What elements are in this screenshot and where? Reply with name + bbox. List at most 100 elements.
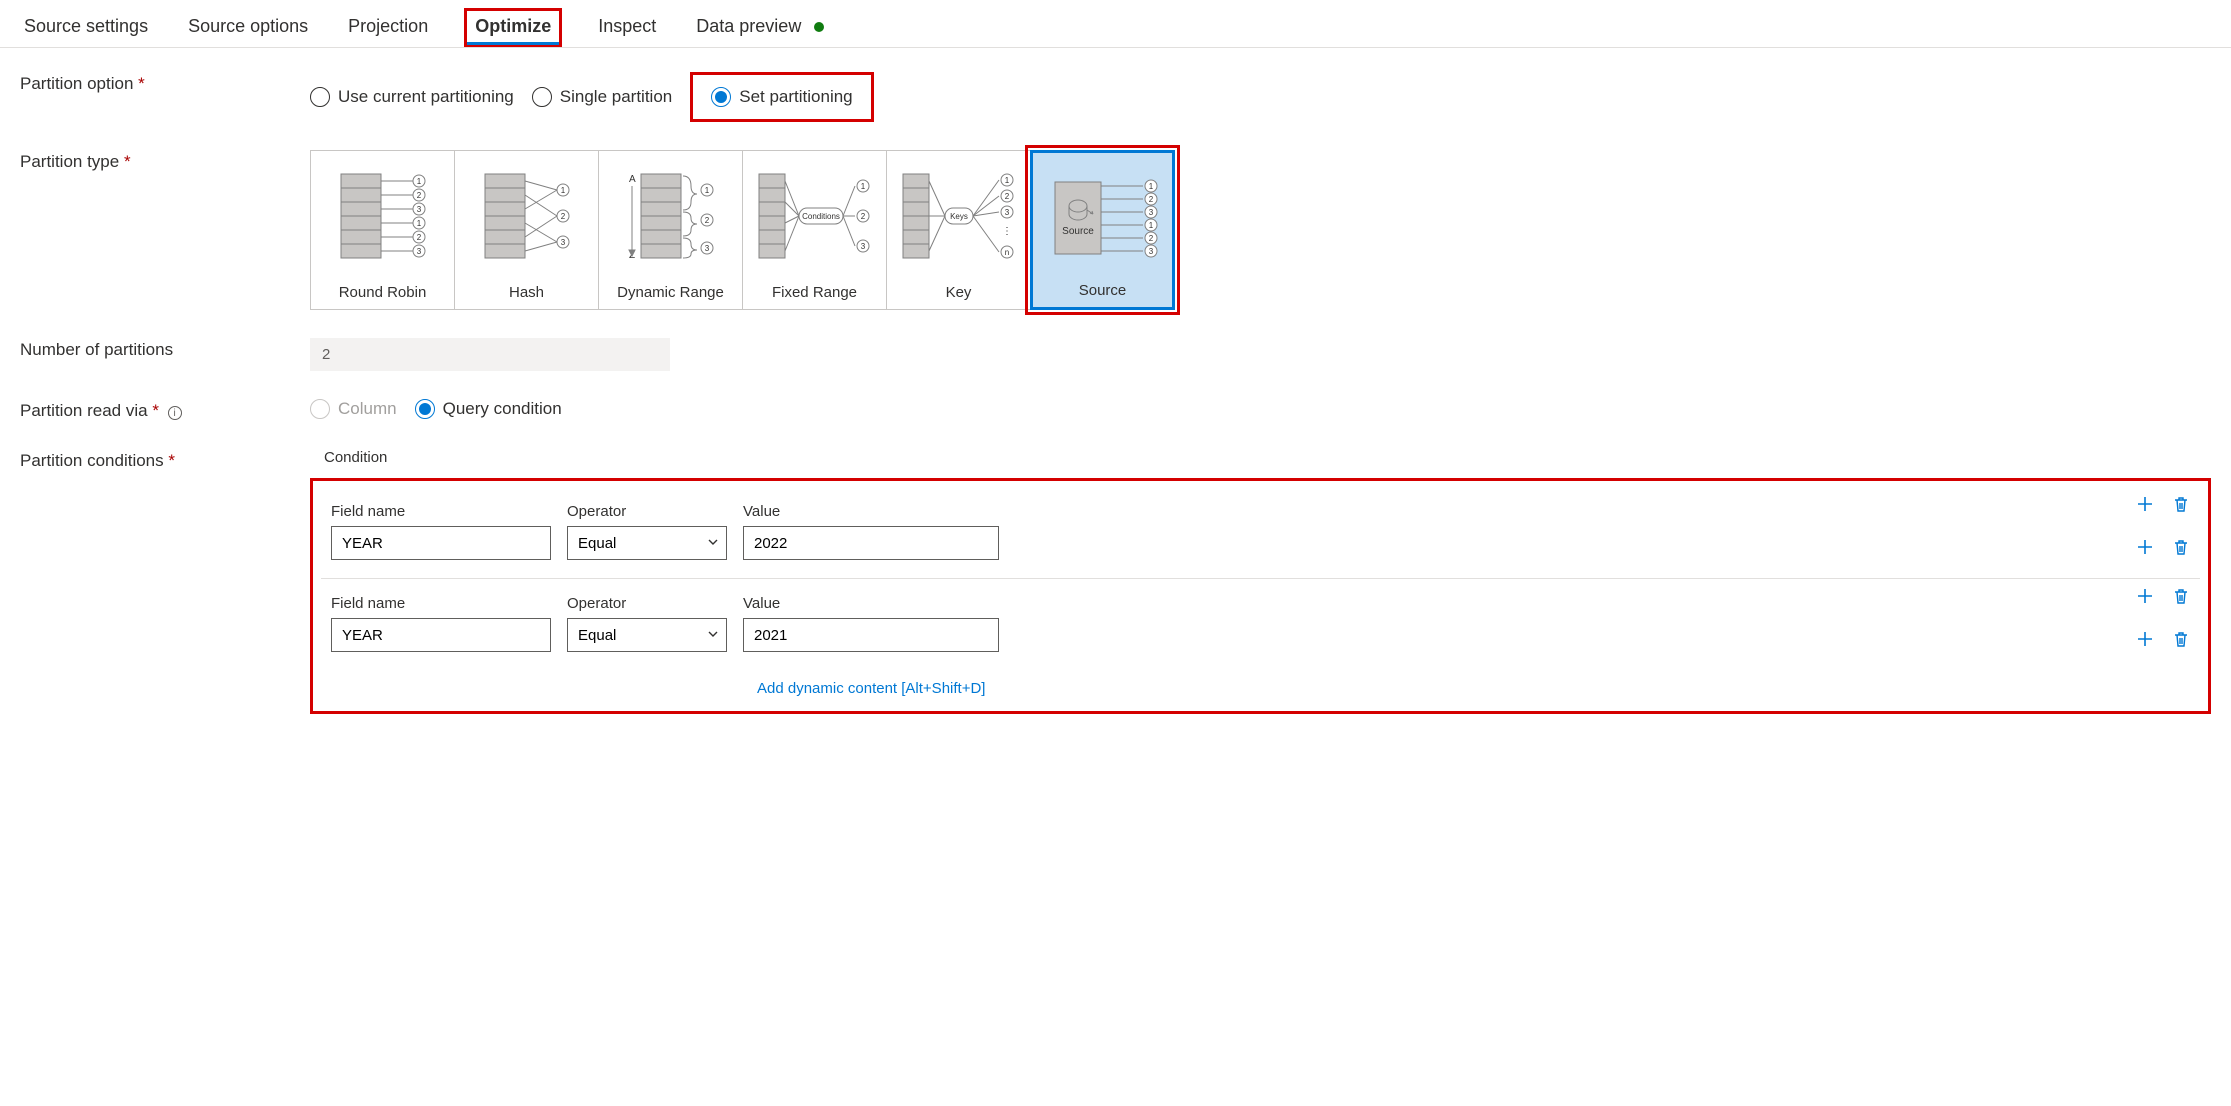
radio-set-label: Set partitioning: [739, 87, 852, 107]
tab-data-preview[interactable]: Data preview: [692, 8, 828, 47]
radio-query-condition[interactable]: Query condition: [415, 399, 562, 419]
status-dot-icon: [814, 22, 824, 32]
tab-projection[interactable]: Projection: [344, 8, 432, 47]
radio-icon: [310, 399, 330, 419]
svg-text:2: 2: [1004, 192, 1009, 201]
svg-text:Source: Source: [1062, 226, 1094, 237]
radio-icon: [711, 87, 731, 107]
svg-text:1: 1: [1148, 221, 1153, 230]
value-input[interactable]: [743, 618, 999, 652]
tab-bar: Source settings Source options Projectio…: [0, 0, 2231, 48]
svg-text:1: 1: [1004, 176, 1009, 185]
svg-text:1: 1: [1148, 182, 1153, 191]
ptype-key[interactable]: Keys 1 2 3 ⋮ n Key: [886, 150, 1031, 310]
partition-type-group: 1 2 3 1 2 3 Round Robin: [310, 150, 1175, 310]
svg-text:3: 3: [560, 238, 565, 247]
add-row-button[interactable]: [2136, 538, 2154, 556]
ptype-dynamic-range[interactable]: A Z 1 2 3 Dynamic Ra: [598, 150, 743, 310]
ptype-round-robin-icon: 1 2 3 1 2 3: [315, 161, 450, 271]
ptype-fixed-range[interactable]: Conditions 1 2 3 Fixed Range: [742, 150, 887, 310]
svg-text:3: 3: [1148, 208, 1153, 217]
operator-label: Operator: [567, 503, 727, 520]
svg-text:Conditions: Conditions: [802, 212, 840, 221]
ptype-key-icon: Keys 1 2 3 ⋮ n: [891, 161, 1026, 271]
field-name-input[interactable]: [331, 618, 551, 652]
delete-group-button[interactable]: [2172, 495, 2190, 513]
radio-query-condition-label: Query condition: [443, 399, 562, 419]
ptype-fixed-range-label: Fixed Range: [747, 284, 882, 301]
ptype-hash[interactable]: 1 2 3 Hash: [454, 150, 599, 310]
svg-text:Keys: Keys: [950, 212, 968, 221]
ptype-key-label: Key: [891, 284, 1026, 301]
label-partition-type: Partition type *: [20, 150, 310, 172]
svg-text:2: 2: [416, 233, 421, 242]
value-label: Value: [743, 503, 999, 520]
condition-group: Field name Operator Value: [321, 487, 2200, 579]
svg-text:n: n: [1004, 248, 1008, 257]
delete-group-button[interactable]: [2172, 587, 2190, 605]
add-dynamic-content-link[interactable]: Add dynamic content [Alt+Shift+D]: [747, 680, 985, 697]
ptype-round-robin-label: Round Robin: [315, 284, 450, 301]
condition-header: Condition: [310, 449, 2211, 466]
value-label: Value: [743, 595, 999, 612]
svg-text:A: A: [629, 174, 636, 185]
operator-label: Operator: [567, 595, 727, 612]
ptype-hash-label: Hash: [459, 284, 594, 301]
field-name-label: Field name: [331, 595, 551, 612]
ptype-dynamic-range-icon: A Z 1 2 3: [603, 161, 738, 271]
required-asterisk: *: [152, 401, 159, 420]
svg-text:3: 3: [860, 242, 865, 251]
ptype-round-robin[interactable]: 1 2 3 1 2 3 Round Robin: [310, 150, 455, 310]
label-partition-read-via: Partition read via * i: [20, 399, 310, 421]
ptype-hash-icon: 1 2 3: [459, 161, 594, 271]
radio-icon: [415, 399, 435, 419]
tab-source-options[interactable]: Source options: [184, 8, 312, 47]
ptype-source-label: Source: [1037, 282, 1168, 299]
operator-select[interactable]: [567, 526, 727, 560]
label-num-partitions: Number of partitions: [20, 338, 310, 360]
label-partition-conditions-text: Partition conditions: [20, 451, 164, 470]
label-partition-type-text: Partition type: [20, 152, 119, 171]
svg-text:2: 2: [704, 216, 709, 225]
radio-icon: [532, 87, 552, 107]
radio-single-label: Single partition: [560, 87, 672, 107]
required-asterisk: *: [124, 152, 131, 171]
tab-inspect[interactable]: Inspect: [594, 8, 660, 47]
ptype-source-icon: Source 1 2 3 1 2 3: [1037, 163, 1168, 273]
radio-icon: [310, 87, 330, 107]
num-partitions-input[interactable]: [310, 338, 670, 371]
add-group-button[interactable]: [2136, 587, 2154, 605]
field-name-input[interactable]: [331, 526, 551, 560]
svg-text:1: 1: [560, 186, 565, 195]
tab-source-settings[interactable]: Source settings: [20, 8, 152, 47]
required-asterisk: *: [138, 74, 145, 93]
operator-select[interactable]: [567, 618, 727, 652]
label-partition-option: Partition option *: [20, 72, 310, 94]
add-group-button[interactable]: [2136, 495, 2154, 513]
svg-text:3: 3: [416, 247, 421, 256]
svg-text:1: 1: [416, 219, 421, 228]
tab-optimize[interactable]: Optimize: [464, 8, 562, 47]
info-icon[interactable]: i: [168, 406, 182, 420]
delete-row-button[interactable]: [2172, 630, 2190, 648]
ptype-source[interactable]: Source 1 2 3 1 2 3 Source: [1030, 150, 1175, 310]
svg-text:2: 2: [860, 212, 865, 221]
ptype-dynamic-range-label: Dynamic Range: [603, 284, 738, 301]
ptype-fixed-range-icon: Conditions 1 2 3: [747, 161, 882, 271]
add-row-button[interactable]: [2136, 630, 2154, 648]
value-input[interactable]: [743, 526, 999, 560]
radio-single-partition[interactable]: Single partition: [532, 87, 672, 107]
radio-column[interactable]: Column: [310, 399, 397, 419]
delete-row-button[interactable]: [2172, 538, 2190, 556]
svg-text:3: 3: [704, 244, 709, 253]
svg-text:3: 3: [1004, 208, 1009, 217]
condition-group: Field name Operator Value: [321, 579, 2200, 670]
tab-data-preview-label: Data preview: [696, 16, 801, 36]
radio-use-current[interactable]: Use current partitioning: [310, 87, 514, 107]
partition-option-group: Use current partitioning Single partitio…: [310, 72, 874, 122]
svg-text:2: 2: [560, 212, 565, 221]
svg-text:2: 2: [416, 191, 421, 200]
svg-text:2: 2: [1148, 195, 1153, 204]
svg-text:1: 1: [416, 177, 421, 186]
radio-set-partitioning[interactable]: Set partitioning: [690, 72, 873, 122]
